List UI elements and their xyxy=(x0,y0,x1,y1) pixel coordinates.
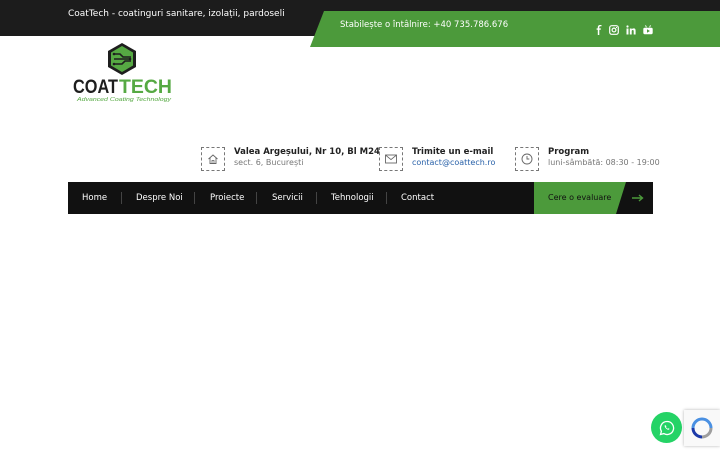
coattech-logo[interactable]: COAT TECH Advanced Coating Technology xyxy=(72,42,176,104)
youtube-icon[interactable] xyxy=(643,20,653,35)
nav-item-contact[interactable]: Contact xyxy=(401,193,434,203)
request-evaluation-label[interactable]: Cere o evaluare xyxy=(548,193,611,202)
home-icon xyxy=(201,147,225,171)
instagram-icon[interactable] xyxy=(609,20,619,35)
nav-divider xyxy=(256,192,257,204)
envelope-icon xyxy=(379,147,403,171)
svg-text:Advanced Coating Technology: Advanced Coating Technology xyxy=(76,97,172,103)
hours-subtitle: luni-sâmbătă: 08:30 - 19:00 xyxy=(548,158,660,167)
nav-divider xyxy=(121,192,122,204)
whatsapp-button[interactable] xyxy=(651,412,682,443)
clock-icon xyxy=(515,147,539,171)
address-title: Valea Argeșului, Nr 10, Bl M24 xyxy=(234,147,380,157)
nav-item-despre-noi[interactable]: Despre Noi xyxy=(136,193,183,203)
nav-item-tehnologii[interactable]: Tehnologii xyxy=(331,193,374,203)
facebook-icon[interactable] xyxy=(594,20,604,35)
email-title: Trimite un e-mail xyxy=(412,147,494,157)
email-link[interactable]: contact@coattech.ro xyxy=(412,158,495,167)
svg-text:TECH: TECH xyxy=(119,77,172,98)
nav-item-servicii[interactable]: Servicii xyxy=(272,193,303,203)
appointment-phone[interactable]: Stabilește o întâlnire: +40 735.786.676 xyxy=(340,20,508,30)
site-tagline: CoatTech - coatinguri sanitare, izolații… xyxy=(68,9,285,19)
recaptcha-icon xyxy=(691,417,713,439)
address-subtitle: sect. 6, București xyxy=(234,158,304,167)
nav-item-home[interactable]: Home xyxy=(82,193,107,203)
nav-item-proiecte[interactable]: Proiecte xyxy=(210,193,244,203)
nav-divider xyxy=(386,192,387,204)
nav-divider xyxy=(316,192,317,204)
nav-divider xyxy=(194,192,195,204)
svg-text:COAT: COAT xyxy=(73,77,118,98)
recaptcha-badge xyxy=(684,410,720,446)
whatsapp-icon xyxy=(659,420,674,435)
linkedin-icon[interactable] xyxy=(626,20,636,35)
hours-title: Program xyxy=(548,147,590,157)
